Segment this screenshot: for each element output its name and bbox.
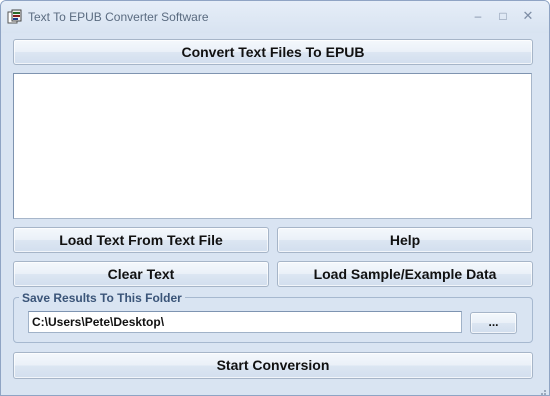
load-sample-data-button[interactable]: Load Sample/Example Data xyxy=(277,261,533,287)
close-icon[interactable]: ✕ xyxy=(518,7,538,25)
help-button[interactable]: Help xyxy=(277,227,533,253)
browse-folder-button[interactable]: ... xyxy=(470,312,517,334)
app-window: Text To EPUB Converter Software – □ ✕ Co… xyxy=(0,0,550,396)
text-input-area[interactable] xyxy=(13,73,532,219)
start-conversion-button[interactable]: Start Conversion xyxy=(13,352,533,379)
title-bar[interactable]: Text To EPUB Converter Software – □ ✕ xyxy=(1,1,549,33)
output-folder-field[interactable]: C:\Users\Pete\Desktop\ xyxy=(28,311,462,333)
minimize-icon[interactable]: – xyxy=(468,7,488,25)
resize-grip-icon[interactable] xyxy=(537,383,547,395)
convert-text-files-button[interactable]: Convert Text Files To EPUB xyxy=(13,39,533,65)
app-icon xyxy=(7,9,23,25)
window-title: Text To EPUB Converter Software xyxy=(28,10,209,24)
maximize-icon[interactable]: □ xyxy=(493,7,513,25)
save-folder-label: Save Results To This Folder xyxy=(19,291,185,305)
clear-text-button[interactable]: Clear Text xyxy=(13,261,269,287)
load-text-file-button[interactable]: Load Text From Text File xyxy=(13,227,269,253)
